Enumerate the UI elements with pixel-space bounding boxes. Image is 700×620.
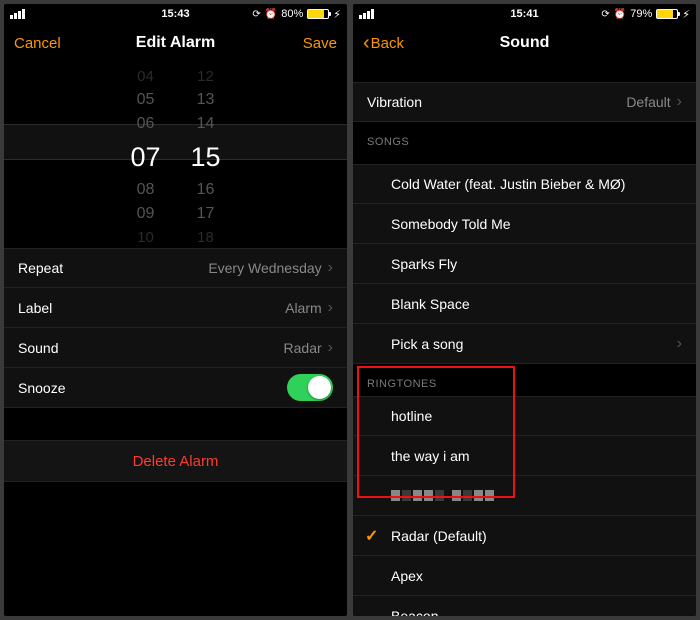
battery-icon bbox=[656, 9, 678, 19]
status-bar: 15:41 ⟳ ⏰ 79% ⚡︎ bbox=[353, 4, 696, 24]
ringtone-row[interactable] bbox=[353, 476, 696, 516]
ringtone-row[interactable]: the way i am bbox=[353, 436, 696, 476]
status-time: 15:43 bbox=[4, 8, 347, 20]
nav-bar: ‹Back Sound bbox=[353, 24, 696, 62]
label-row[interactable]: Label Alarm› bbox=[4, 288, 347, 328]
nav-bar: Cancel Edit Alarm Save bbox=[4, 24, 347, 62]
status-bar: 15:43 ⟳ ⏰ 80% ⚡︎ bbox=[4, 4, 347, 24]
battery-icon bbox=[307, 9, 329, 19]
pick-song-row[interactable]: Pick a song › bbox=[353, 324, 696, 364]
back-button[interactable]: ‹Back bbox=[363, 33, 404, 53]
status-time: 15:41 bbox=[353, 8, 696, 20]
ringtones-header: RINGTONES bbox=[353, 364, 696, 396]
hour-wheel[interactable]: 04 05 06 07 08 09 10 bbox=[130, 68, 160, 222]
song-row[interactable]: Somebody Told Me bbox=[353, 204, 696, 244]
edit-alarm-screen: 15:43 ⟳ ⏰ 80% ⚡︎ Cancel Edit Alarm Save … bbox=[4, 4, 347, 616]
ringtone-row[interactable]: Beacon bbox=[353, 596, 696, 616]
sound-row[interactable]: Sound Radar› bbox=[4, 328, 347, 368]
save-button[interactable]: Save bbox=[303, 35, 337, 52]
snooze-toggle[interactable] bbox=[287, 374, 333, 401]
repeat-row[interactable]: Repeat Every Wednesday› bbox=[4, 248, 347, 288]
chevron-right-icon: › bbox=[328, 339, 333, 357]
ringtone-row[interactable]: Apex bbox=[353, 556, 696, 596]
minute-wheel[interactable]: 12 13 14 15 16 17 18 bbox=[191, 68, 221, 222]
snooze-row: Snooze bbox=[4, 368, 347, 408]
cancel-button[interactable]: Cancel bbox=[14, 35, 61, 52]
chevron-right-icon: › bbox=[677, 335, 682, 353]
chevron-right-icon: › bbox=[677, 93, 682, 111]
song-row[interactable]: Cold Water (feat. Justin Bieber & MØ) bbox=[353, 164, 696, 204]
ringtone-row[interactable]: hotline bbox=[353, 396, 696, 436]
censored-text bbox=[391, 488, 494, 504]
song-row[interactable]: Blank Space bbox=[353, 284, 696, 324]
chevron-left-icon: ‹ bbox=[363, 33, 370, 53]
delete-alarm-button[interactable]: Delete Alarm bbox=[4, 440, 347, 482]
vibration-row[interactable]: Vibration Default› bbox=[353, 82, 696, 122]
sound-screen: 15:41 ⟳ ⏰ 79% ⚡︎ ‹Back Sound Vibration D… bbox=[353, 4, 696, 616]
song-row[interactable]: Sparks Fly bbox=[353, 244, 696, 284]
screen-title: Sound bbox=[353, 34, 696, 52]
time-picker[interactable]: 04 05 06 07 08 09 10 12 13 14 15 16 17 1… bbox=[4, 62, 347, 222]
songs-header: SONGS bbox=[353, 122, 696, 154]
chevron-right-icon: › bbox=[328, 299, 333, 317]
ringtone-row-selected[interactable]: Radar (Default) bbox=[353, 516, 696, 556]
chevron-right-icon: › bbox=[328, 259, 333, 277]
